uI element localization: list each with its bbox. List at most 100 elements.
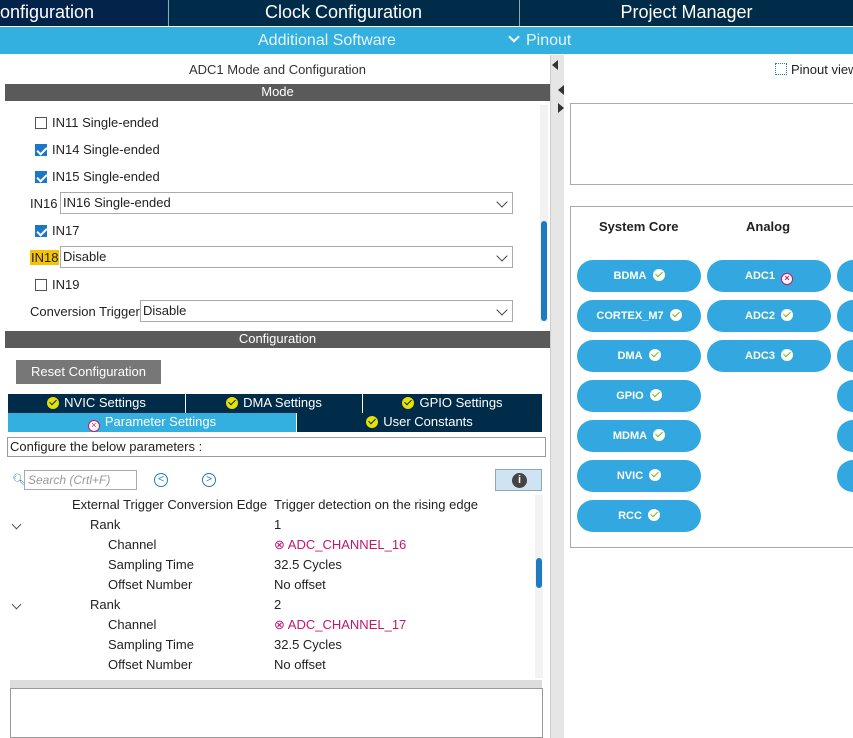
in18-value: Disable	[63, 249, 107, 264]
collapse-rank1-icon[interactable]	[11, 516, 22, 531]
tab-user-constants[interactable]: User Constants	[297, 413, 543, 432]
in18-label: IN18	[30, 250, 60, 265]
param-name: Offset Number	[108, 577, 193, 592]
scrollbar-thumb[interactable]	[536, 558, 542, 588]
param-value[interactable]: 32.5 Cycles	[274, 637, 342, 652]
partial-category-button[interactable]	[837, 340, 853, 372]
adc1-button[interactable]: ADC1 ×	[707, 260, 831, 292]
sub-toolbar: Additional Software Pinout	[0, 26, 853, 54]
adc2-label: ADC2	[745, 310, 775, 322]
additional-software-menu[interactable]: Additional Software	[258, 27, 396, 54]
scrollbar-thumb[interactable]	[541, 221, 547, 321]
tab-parameter-settings[interactable]: × Parameter Settings	[8, 413, 297, 432]
check-circle-icon	[402, 397, 415, 409]
adc1-panel: ADC1 Mode and Configuration Mode IN11 Si…	[5, 55, 550, 738]
reset-configuration-button[interactable]: Reset Configuration	[16, 360, 161, 384]
partial-category-button[interactable]	[837, 460, 853, 492]
conversion-trigger-label: Conversion Trigger	[30, 304, 140, 319]
pinout-menu-label: Pinout	[526, 32, 572, 49]
in11-label: IN11 Single-ended	[52, 115, 159, 130]
search-placeholder: Search (Crtl+F)	[28, 473, 111, 487]
mdma-button[interactable]: MDMA	[577, 420, 701, 452]
conversion-trigger-select[interactable]: Disable	[140, 300, 513, 322]
tab-dma-settings[interactable]: DMA Settings	[186, 394, 363, 413]
top-tab-bar: onfiguration Clock Configuration Project…	[0, 0, 853, 26]
partial-category-button[interactable]	[837, 420, 853, 452]
param-value-error[interactable]: ⊗ ADC_CHANNEL_17	[274, 617, 406, 633]
cortex-m7-button[interactable]: CORTEX_M7	[577, 300, 701, 332]
previous-result-icon[interactable]: <	[154, 473, 168, 487]
check-circle-icon	[47, 397, 60, 409]
expand-right-icon[interactable]	[558, 103, 564, 113]
param-value-error[interactable]: ⊗ ADC_CHANNEL_16	[274, 537, 406, 553]
tab-nvic-settings[interactable]: NVIC Settings	[8, 394, 186, 413]
mode-scrollbar[interactable]	[540, 105, 548, 322]
system-core-heading: System Core	[599, 219, 679, 234]
params-scrollbar[interactable]	[535, 495, 543, 678]
dma-label: DMA	[617, 350, 643, 362]
adc1-label: ADC1	[745, 270, 775, 282]
in15-checkbox[interactable]	[35, 171, 47, 183]
chevron-down-icon	[496, 196, 508, 208]
dma-button[interactable]: DMA	[577, 340, 701, 372]
nvic-button[interactable]: NVIC	[577, 460, 701, 492]
param-value[interactable]: 2	[274, 597, 281, 612]
in19-checkbox[interactable]	[35, 279, 47, 291]
rcc-label: RCC	[618, 510, 642, 522]
collapse-left-icon[interactable]	[552, 60, 558, 70]
tab-clock-configuration[interactable]: Clock Configuration	[168, 0, 518, 26]
check-circle-icon	[649, 389, 662, 401]
param-value[interactable]: No offset	[274, 657, 326, 672]
bdma-button[interactable]: BDMA	[577, 260, 701, 292]
search-input[interactable]: Search (Crtl+F)	[24, 470, 137, 490]
in18-select[interactable]: Disable	[60, 246, 513, 268]
param-value[interactable]: 32.5 Cycles	[274, 557, 342, 572]
mode-header: Mode	[5, 84, 550, 101]
error-icon: ⊗	[274, 537, 288, 552]
param-value[interactable]: No offset	[274, 577, 326, 592]
horizontal-scrollbar[interactable]	[10, 680, 542, 688]
collapse-rank2-icon[interactable]	[11, 596, 22, 611]
configuration-header: Configuration	[5, 331, 550, 348]
param-name: Rank	[90, 597, 121, 612]
check-circle-icon	[649, 469, 662, 481]
next-result-icon[interactable]: >	[202, 473, 216, 487]
cortex-m7-label: CORTEX_M7	[596, 310, 664, 322]
in14-checkbox[interactable]	[35, 144, 47, 156]
chip-icon	[775, 63, 787, 75]
error-circle-icon: ×	[780, 273, 793, 285]
param-value[interactable]: 1	[274, 517, 281, 532]
partial-category-button[interactable]	[837, 380, 853, 412]
in17-checkbox[interactable]	[35, 225, 47, 237]
pinout-menu[interactable]: Pinout	[508, 27, 571, 54]
in16-select[interactable]: IN16 Single-ended	[60, 192, 513, 214]
gpio-label: GPIO	[616, 390, 644, 402]
gpio-button[interactable]: GPIO	[577, 380, 701, 412]
panel-splitter[interactable]	[550, 55, 564, 738]
adc3-button[interactable]: ADC3	[707, 340, 831, 372]
rcc-button[interactable]: RCC	[577, 500, 701, 532]
check-circle-icon	[780, 349, 793, 361]
panel-title: ADC1 Mode and Configuration	[188, 62, 367, 77]
partial-category-button[interactable]	[837, 260, 853, 292]
categories-box: System Core Analog BDMA CORTEX_M7 DMA GP…	[570, 206, 853, 548]
tab-label: Parameter Settings	[104, 414, 217, 429]
bdma-label: BDMA	[613, 270, 647, 282]
collapse-left-icon[interactable]	[558, 85, 564, 95]
partial-category-button[interactable]	[837, 300, 853, 332]
tab-pinout-configuration[interactable]: onfiguration	[0, 0, 167, 26]
pinout-canvas[interactable]	[570, 103, 853, 185]
info-button[interactable]: i	[495, 469, 542, 491]
pinout-view-toggle[interactable]: Pinout view	[775, 62, 853, 77]
in19-label: IN19	[52, 277, 80, 292]
info-icon: i	[512, 473, 527, 488]
adc3-label: ADC3	[745, 350, 775, 362]
in11-checkbox[interactable]	[35, 117, 47, 129]
param-value[interactable]: Trigger detection on the rising edge	[274, 497, 478, 512]
tab-project-manager[interactable]: Project Manager	[519, 0, 853, 26]
adc2-button[interactable]: ADC2	[707, 300, 831, 332]
check-circle-icon	[647, 509, 660, 521]
tab-gpio-settings[interactable]: GPIO Settings	[363, 394, 543, 413]
param-name: Channel	[108, 537, 157, 552]
in14-label: IN14 Single-ended	[52, 142, 160, 157]
